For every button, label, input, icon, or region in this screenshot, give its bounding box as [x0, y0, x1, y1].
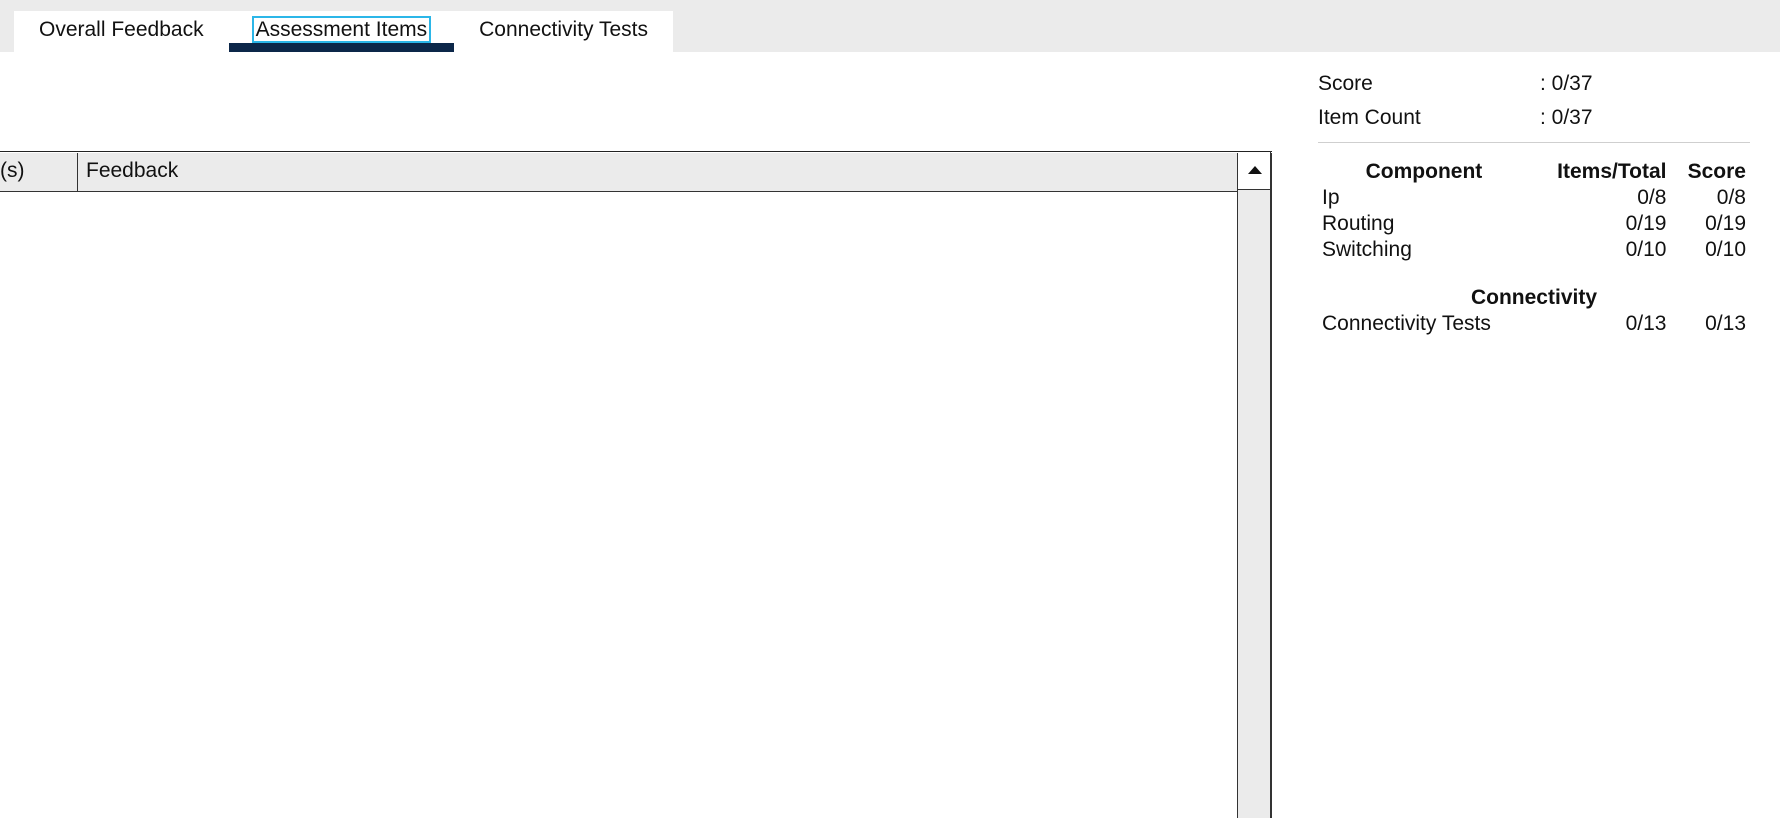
column-header-points[interactable]: (s) [0, 153, 78, 191]
column-header-feedback[interactable]: Feedback [78, 153, 1237, 191]
summary-divider [1318, 142, 1750, 143]
connectivity-items-total: 0/13 [1625, 312, 1667, 335]
tab-label: Assessment Items [251, 16, 432, 43]
component-items-total: 0/10 [1625, 238, 1667, 261]
score-value: : 0/37 [1540, 72, 1593, 95]
connectivity-score: 0/13 [1705, 312, 1746, 335]
assessment-items-table: (s) Feedback [0, 151, 1272, 818]
component-row-switching: Switching 0/10 0/10 [1318, 237, 1750, 263]
component-items-total: 0/19 [1625, 212, 1667, 235]
tab-bar: Overall Feedback Assessment Items Connec… [0, 0, 1780, 52]
tab-assessment-items[interactable]: Assessment Items [228, 11, 455, 52]
tab-label: Connectivity Tests [479, 18, 648, 41]
item-count-row: Item Count : 0/37 [1318, 104, 1750, 138]
panel-divider [1270, 151, 1271, 818]
component-row-routing: Routing 0/19 0/19 [1318, 211, 1750, 237]
connectivity-name: Connectivity Tests [1322, 312, 1491, 335]
component-score: 0/10 [1705, 238, 1746, 261]
component-items-total: 0/8 [1637, 186, 1667, 209]
component-score: 0/19 [1705, 212, 1746, 235]
vertical-scrollbar[interactable] [1237, 153, 1272, 818]
item-count-value: : 0/37 [1540, 106, 1593, 129]
tab-overall-feedback[interactable]: Overall Feedback [14, 11, 229, 52]
component-table: Component Items/Total Score Ip 0/8 0/8 R… [1318, 159, 1750, 337]
table-top-border [0, 151, 1272, 152]
table-header: (s) Feedback [0, 153, 1237, 192]
score-summary-panel: Score : 0/37 Item Count : 0/37 Component… [1318, 70, 1750, 337]
scroll-up-button[interactable] [1238, 153, 1271, 190]
component-header-row: Component Items/Total Score [1318, 159, 1750, 185]
items-total-column-header: Items/Total [1557, 160, 1667, 183]
tab-connectivity-tests[interactable]: Connectivity Tests [454, 11, 673, 52]
component-name: Switching [1322, 238, 1412, 261]
tab-label: Overall Feedback [39, 18, 204, 41]
tab-list: Overall Feedback Assessment Items Connec… [14, 11, 673, 52]
component-name: Ip [1322, 186, 1340, 209]
item-count-label: Item Count [1318, 106, 1421, 129]
arrow-up-icon [1248, 166, 1262, 174]
component-column-header: Component [1365, 160, 1483, 183]
score-row: Score : 0/37 [1318, 70, 1750, 104]
score-label: Score [1318, 72, 1373, 95]
component-score: 0/8 [1716, 186, 1746, 209]
connectivity-section-row: Connectivity [1318, 263, 1750, 311]
connectivity-section-title: Connectivity [1470, 286, 1598, 309]
connectivity-row: Connectivity Tests 0/13 0/13 [1318, 311, 1750, 337]
score-column-header: Score [1687, 160, 1746, 183]
component-row-ip: Ip 0/8 0/8 [1318, 185, 1750, 211]
component-name: Routing [1322, 212, 1395, 235]
